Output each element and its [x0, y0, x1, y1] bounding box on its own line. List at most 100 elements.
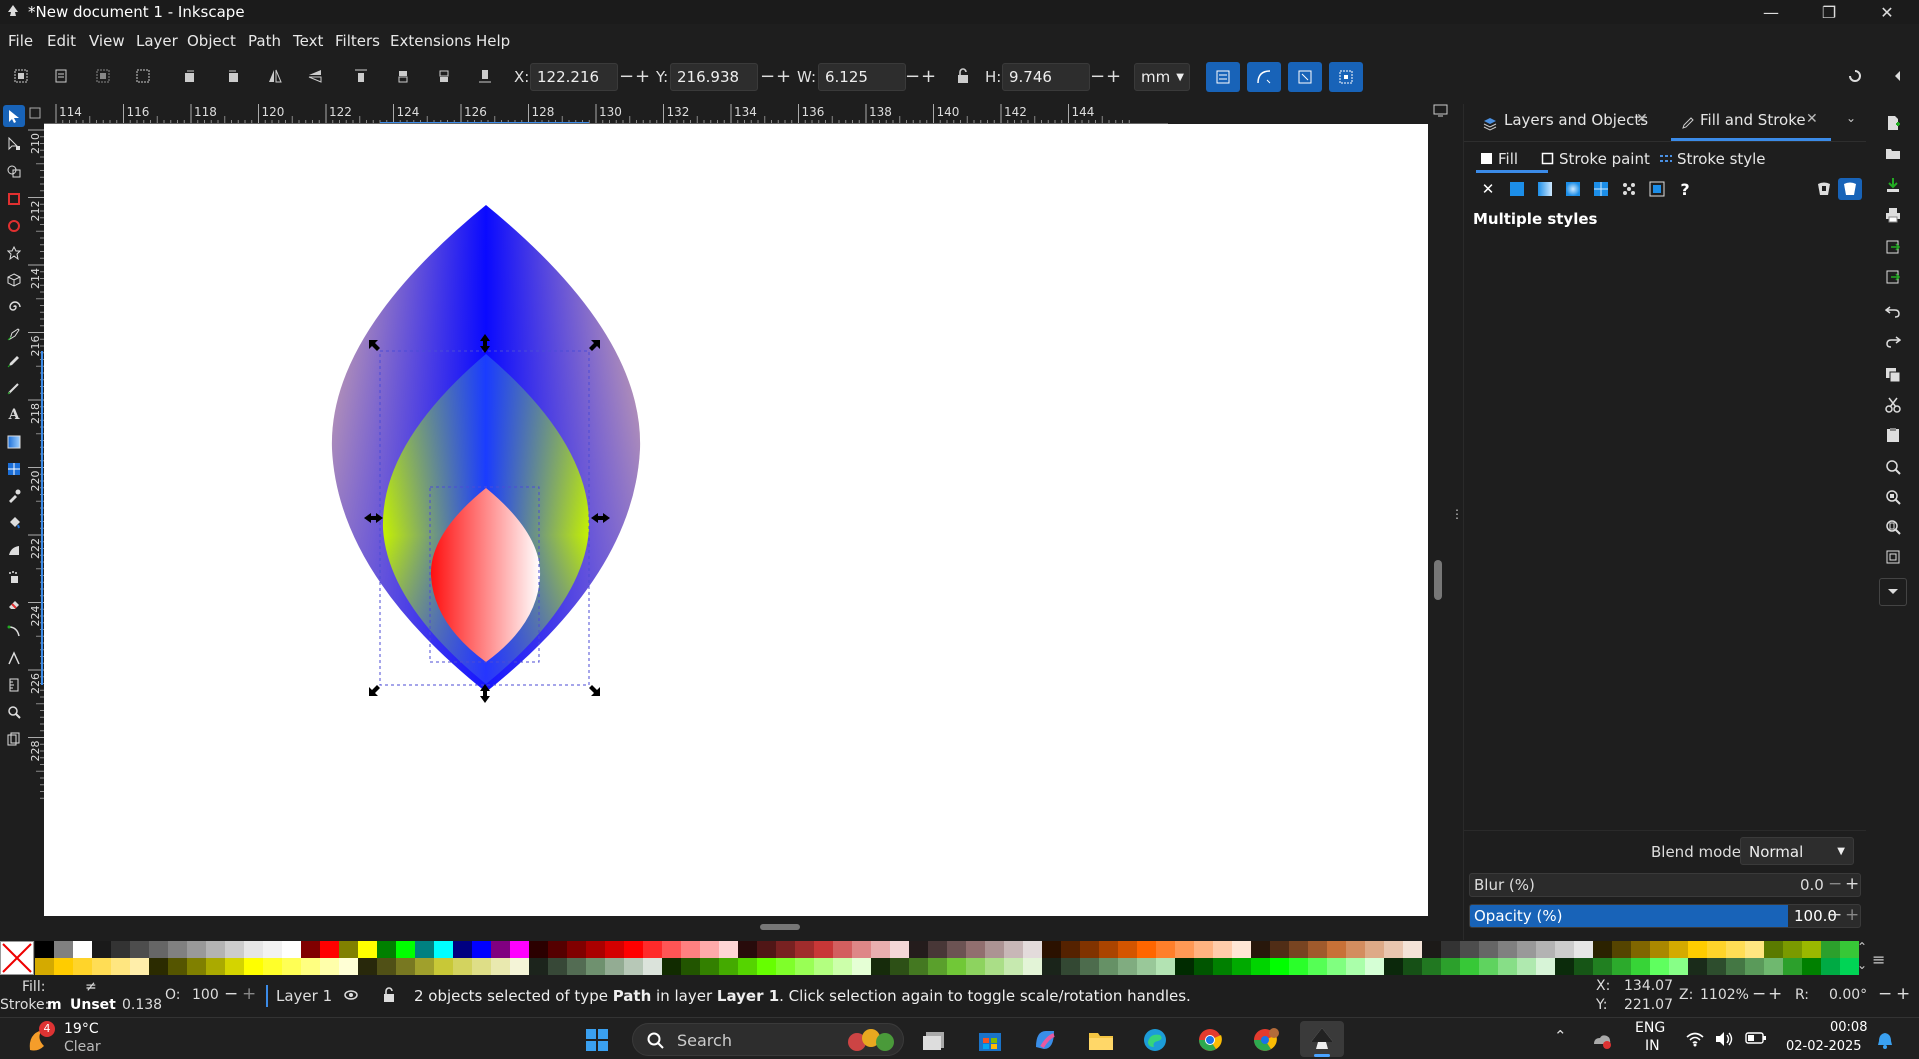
pen-tool-icon[interactable]	[3, 323, 25, 345]
opacity-decrement[interactable]: −	[1828, 905, 1842, 925]
new-document-icon[interactable]	[1882, 112, 1904, 134]
open-folder-icon[interactable]	[1882, 142, 1904, 164]
palette-swatch[interactable]	[92, 958, 111, 975]
subtab-stroke-style[interactable]: Stroke style	[1677, 150, 1766, 168]
palette-swatch[interactable]	[1289, 958, 1308, 975]
palette-swatch[interactable]	[624, 941, 643, 958]
opacity-short-value[interactable]: 100	[192, 987, 219, 1003]
chrome-icon[interactable]	[1197, 1027, 1223, 1053]
palette-swatch[interactable]	[168, 941, 187, 958]
deselect-icon[interactable]	[90, 63, 116, 89]
palette-swatch[interactable]	[1232, 958, 1251, 975]
palette-swatch[interactable]	[1745, 958, 1764, 975]
x-increment[interactable]: +	[635, 66, 650, 87]
import-icon[interactable]	[1882, 236, 1904, 258]
subtab-stroke-paint[interactable]: Stroke paint	[1559, 150, 1650, 168]
handle-bottom-left[interactable]	[369, 685, 380, 696]
palette-swatch[interactable]	[1726, 941, 1745, 958]
pencil-tool-icon[interactable]	[3, 350, 25, 372]
palette-swatch[interactable]	[1536, 941, 1555, 958]
palette-swatch[interactable]	[396, 958, 415, 975]
palette-swatch[interactable]	[738, 958, 757, 975]
palette-swatch[interactable]	[358, 941, 377, 958]
notification-bell-icon[interactable]	[1876, 1031, 1894, 1049]
palette-swatch[interactable]	[225, 958, 244, 975]
shape-builder-tool-icon[interactable]	[3, 160, 25, 182]
raise-icon[interactable]	[390, 63, 416, 89]
connector-tool-icon[interactable]	[3, 620, 25, 642]
palette-swatch[interactable]	[54, 958, 73, 975]
palette-swatch[interactable]	[700, 958, 719, 975]
no-color-swatch[interactable]	[0, 941, 34, 975]
palette-swatch[interactable]	[301, 941, 320, 958]
gradient-tool-icon[interactable]	[3, 431, 25, 453]
flip-horizontal-icon[interactable]	[262, 63, 288, 89]
w-input[interactable]	[818, 63, 906, 91]
h-input[interactable]	[1002, 63, 1090, 91]
palette-swatch[interactable]	[1118, 958, 1137, 975]
tab-layers-and-objects[interactable]: Layers and Objects	[1504, 111, 1648, 129]
palette-swatch[interactable]	[1593, 941, 1612, 958]
palette-swatch[interactable]	[434, 941, 453, 958]
horizontal-ruler[interactable]: 114 116 118 120 122 124 126 128 130 132 134 136 138 1…	[44, 104, 1168, 124]
palette-swatch[interactable]	[472, 958, 491, 975]
paste-icon[interactable]	[1882, 424, 1904, 446]
stroke-indicator-m[interactable]: m	[47, 997, 62, 1013]
palette-swatch[interactable]	[1612, 941, 1631, 958]
current-layer[interactable]: Layer 1	[276, 987, 332, 1005]
palette-swatch[interactable]	[890, 958, 909, 975]
blend-mode-select[interactable]: Normal ▼	[1740, 837, 1854, 865]
palette-swatch[interactable]	[187, 941, 206, 958]
palette-swatch[interactable]	[1688, 941, 1707, 958]
palette-swatch[interactable]	[263, 958, 282, 975]
palette-swatch[interactable]	[453, 958, 472, 975]
fill-rule-nonzero-icon[interactable]	[1838, 178, 1862, 200]
palette-swatch[interactable]	[396, 941, 415, 958]
palette-swatch[interactable]	[1783, 958, 1802, 975]
fill-indicator-value[interactable]: ≠	[85, 979, 97, 995]
palette-swatch[interactable]	[1023, 958, 1042, 975]
palette-swatch[interactable]	[776, 958, 795, 975]
tweak-tool-icon[interactable]	[3, 539, 25, 561]
menu-view[interactable]: View	[89, 32, 125, 50]
palette-swatch[interactable]	[966, 941, 985, 958]
palette-swatch[interactable]	[548, 941, 567, 958]
palette-swatch[interactable]	[1802, 941, 1821, 958]
edge-browser-icon[interactable]	[1142, 1027, 1168, 1053]
palette-swatch[interactable]	[1175, 941, 1194, 958]
palette-swatch[interactable]	[510, 958, 529, 975]
palette-swatch[interactable]	[795, 941, 814, 958]
cut-icon[interactable]	[1882, 394, 1904, 416]
palette-swatch[interactable]	[282, 958, 301, 975]
menu-layer[interactable]: Layer	[136, 32, 178, 50]
palette-swatch[interactable]	[1289, 941, 1308, 958]
palette-swatch[interactable]	[1422, 958, 1441, 975]
export-icon[interactable]	[1882, 266, 1904, 288]
blur-slider[interactable]: Blur (%) 0.0 − +	[1469, 873, 1861, 897]
flip-vertical-icon[interactable]	[302, 63, 328, 89]
palette-swatch[interactable]	[681, 941, 700, 958]
palette-swatch[interactable]	[1517, 958, 1536, 975]
palette-swatch[interactable]	[1346, 941, 1365, 958]
move-gradients-button[interactable]	[1288, 62, 1322, 92]
palette-swatch[interactable]	[1669, 958, 1688, 975]
taskbar-search[interactable]: Search	[632, 1023, 904, 1056]
weather-temp[interactable]: 19°C	[64, 1021, 99, 1037]
eye-icon[interactable]	[343, 988, 359, 1002]
language-line1[interactable]: ENG	[1635, 1020, 1665, 1036]
task-view-icon[interactable]	[922, 1028, 948, 1052]
palette-swatch[interactable]	[1042, 941, 1061, 958]
palette-swatch[interactable]	[928, 941, 947, 958]
h-decrement[interactable]: −	[1090, 66, 1105, 87]
palette-swatch[interactable]	[1004, 941, 1023, 958]
palette-swatch[interactable]	[149, 941, 168, 958]
palette-swatch[interactable]	[890, 941, 909, 958]
palette-swatch[interactable]	[111, 941, 130, 958]
palette-swatch[interactable]	[1764, 941, 1783, 958]
palette-swatch[interactable]	[985, 941, 1004, 958]
palette-swatch[interactable]	[1156, 941, 1175, 958]
handle-bottom-right[interactable]	[589, 685, 600, 696]
palette-swatch[interactable]	[1346, 958, 1365, 975]
stroke-indicator-value[interactable]: Unset	[70, 997, 116, 1013]
menu-edit[interactable]: Edit	[47, 32, 76, 50]
